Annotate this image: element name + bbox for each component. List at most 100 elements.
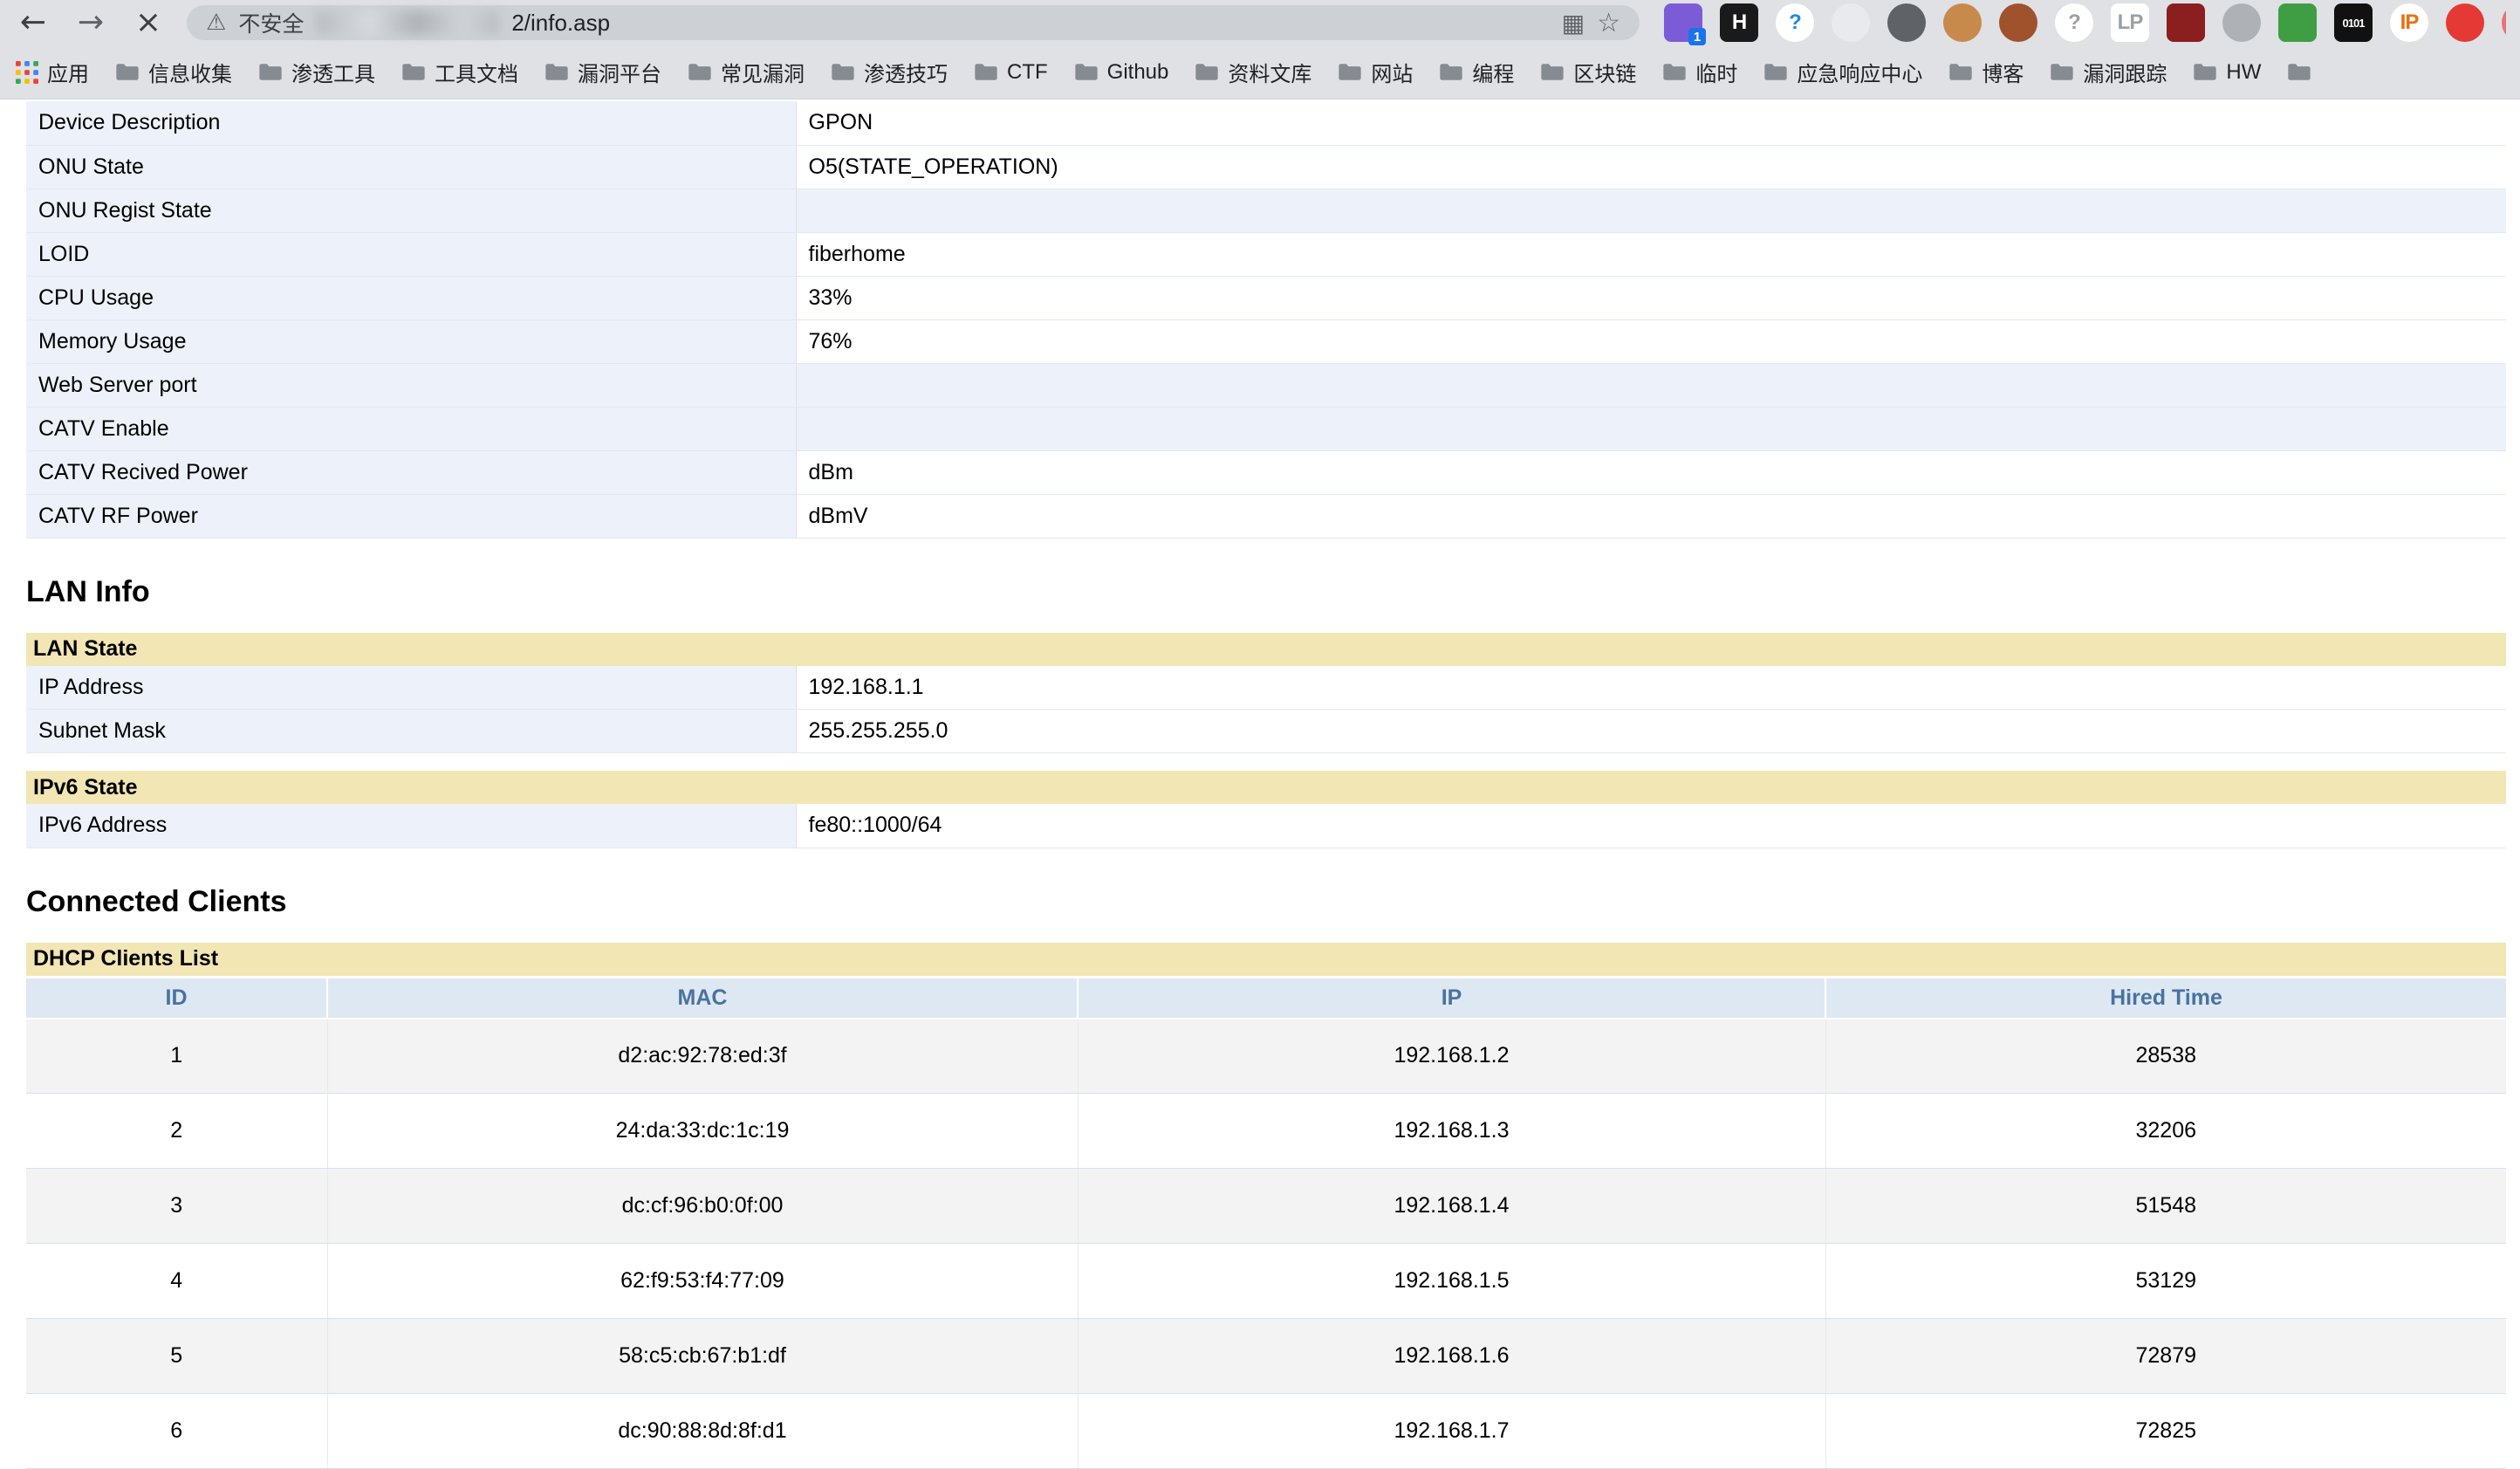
table-row: 3dc:cf:96:b0:0f:00192.168.1.451548 (26, 1169, 2506, 1244)
extension-badge: 1 (1688, 28, 1706, 45)
bookmark-folder[interactable]: 常见漏洞 (688, 57, 805, 87)
lan-info-title: LAN Info (26, 573, 2520, 610)
qr-code-icon[interactable]: ▦ (1562, 9, 1585, 38)
info-label: ONU Regist State (26, 189, 796, 232)
extension-icon[interactable] (2167, 3, 2205, 42)
table-row: LOIDfiberhome (26, 232, 2506, 276)
client-ip: 192.168.1.7 (1078, 1394, 1825, 1469)
bookmark-apps[interactable]: 应用 (16, 57, 89, 87)
extension-icon[interactable] (1832, 3, 1870, 42)
folder-icon (688, 62, 712, 82)
extension-icon[interactable]: 0101 (2334, 3, 2373, 42)
folder-icon (1662, 62, 1687, 82)
client-hired-time: 51548 (1825, 1169, 2506, 1244)
connected-clients-title: Connected Clients (26, 883, 2520, 920)
bookmark-folder[interactable]: HW (2193, 60, 2261, 85)
client-mac: dc:90:88:8d:8f:d1 (327, 1394, 1078, 1469)
client-hired-time: 53129 (1825, 1244, 2506, 1319)
column-header-mac: MAC (327, 978, 1078, 1019)
browser-chrome: ← → × ⚠ 不安全 2/info.asp ▦ ☆ 1 H ? ? LP 01… (0, 0, 2520, 100)
table-row: Web Server port (26, 363, 2506, 407)
extension-icon[interactable]: ? (2055, 3, 2093, 42)
bookmark-folder[interactable]: 工具文档 (401, 57, 518, 87)
client-ip: 192.168.1.5 (1078, 1244, 1825, 1319)
info-label: CPU Usage (26, 276, 796, 319)
column-header-hired-time: Hired Time (1825, 978, 2506, 1019)
extensions-row: 1 H ? ? LP 0101 IP (1659, 0, 2506, 45)
bookmark-label: 资料文库 (1228, 57, 1311, 87)
dhcp-clients-table: ID MAC IP Hired Time 1d2:ac:92:78:ed:3f1… (26, 978, 2506, 1469)
extension-icon[interactable] (2278, 3, 2317, 42)
extension-icon[interactable] (2222, 3, 2261, 42)
info-value: 255.255.255.0 (796, 710, 2506, 753)
bookmark-folder[interactable]: 渗透技巧 (831, 57, 948, 87)
bookmark-folder[interactable]: CTF (974, 60, 1048, 85)
extension-icon[interactable] (1999, 3, 2037, 42)
bookmark-folder[interactable]: 编程 (1439, 57, 1514, 87)
folder-icon (1948, 62, 1973, 82)
info-label: CATV Recived Power (26, 450, 796, 494)
bookmark-folder[interactable]: 博客 (1948, 57, 2024, 87)
table-row: CATV RF PowerdBmV (26, 494, 2506, 538)
column-header-ip: IP (1078, 978, 1825, 1019)
extension-icon[interactable] (2502, 3, 2506, 42)
bookmark-folder[interactable]: 信息收集 (115, 57, 232, 87)
browser-toolbar: ← → × ⚠ 不安全 2/info.asp ▦ ☆ 1 H ? ? LP 01… (0, 0, 2520, 45)
info-label: Web Server port (26, 363, 796, 407)
info-value (796, 363, 2506, 407)
page-content: Device DescriptionGPON ONU StateO5(STATE… (0, 100, 2520, 1469)
extension-icon[interactable] (1943, 3, 1982, 42)
table-header-row: ID MAC IP Hired Time (26, 978, 2506, 1019)
folder-icon (544, 62, 569, 82)
folder-icon (115, 62, 140, 82)
extension-icon[interactable]: 1 (1664, 3, 1702, 42)
extension-icon[interactable] (2446, 3, 2484, 42)
bookmark-folder[interactable]: 区块链 (1540, 57, 1636, 87)
bookmark-folder[interactable]: 应急响应中心 (1763, 57, 1922, 87)
extension-icon[interactable]: IP (2390, 3, 2428, 42)
client-id: 1 (26, 1019, 327, 1094)
table-row: 1d2:ac:92:78:ed:3f192.168.1.228538 (26, 1019, 2506, 1094)
extension-icon[interactable] (1887, 3, 1926, 42)
info-value: O5(STATE_OPERATION) (796, 145, 2506, 189)
client-mac: 62:f9:53:f4:77:09 (327, 1244, 1078, 1319)
table-row: 224:da:33:dc:1c:19192.168.1.332206 (26, 1094, 2506, 1169)
bookmark-folder[interactable]: 漏洞跟踪 (2050, 57, 2167, 87)
bookmark-folder[interactable]: Github (1074, 60, 1169, 85)
folder-icon (1763, 62, 1788, 82)
table-row: ONU StateO5(STATE_OPERATION) (26, 145, 2506, 189)
bookmark-label: Github (1107, 60, 1169, 85)
info-label: CATV RF Power (26, 494, 796, 538)
ipv6-state-header: IPv6 State (26, 771, 2506, 804)
bookmark-folder[interactable]: 临时 (1662, 57, 1737, 87)
forward-button[interactable]: → (72, 7, 110, 38)
folder-icon (1074, 62, 1099, 82)
address-bar[interactable]: ⚠ 不安全 2/info.asp ▦ ☆ (187, 5, 1640, 40)
client-ip: 192.168.1.2 (1078, 1019, 1825, 1094)
bookmark-label: 常见漏洞 (721, 57, 805, 87)
extension-icon[interactable]: ? (1776, 3, 1814, 42)
bookmark-label: 应用 (47, 57, 89, 87)
info-label: LOID (26, 232, 796, 276)
folder-icon (1540, 62, 1565, 82)
bookmark-folder[interactable] (2287, 62, 2311, 82)
bookmark-folder[interactable]: 渗透工具 (258, 57, 375, 87)
bookmark-label: 区块链 (1573, 57, 1636, 87)
bookmark-label: 博客 (1982, 57, 2024, 87)
back-button[interactable]: ← (14, 7, 52, 38)
bookmark-star-icon[interactable]: ☆ (1597, 8, 1620, 38)
extension-icon[interactable]: LP (2111, 3, 2149, 42)
bookmark-label: 临时 (1695, 57, 1737, 87)
bookmark-folder[interactable]: 漏洞平台 (544, 57, 661, 87)
bookmark-label: 网站 (1371, 57, 1413, 87)
bookmark-folder[interactable]: 资料文库 (1195, 57, 1311, 87)
info-label: Subnet Mask (26, 710, 796, 753)
info-value: 76% (796, 319, 2506, 363)
bookmark-folder[interactable]: 网站 (1338, 57, 1413, 87)
extension-icon[interactable]: H (1720, 3, 1758, 42)
client-id: 6 (26, 1394, 327, 1469)
stop-button[interactable]: × (129, 7, 168, 38)
extension-glyph: 0101 (2343, 17, 2365, 30)
bookmark-label: 应急响应中心 (1797, 57, 1922, 87)
lan-state-header: LAN State (26, 633, 2506, 666)
